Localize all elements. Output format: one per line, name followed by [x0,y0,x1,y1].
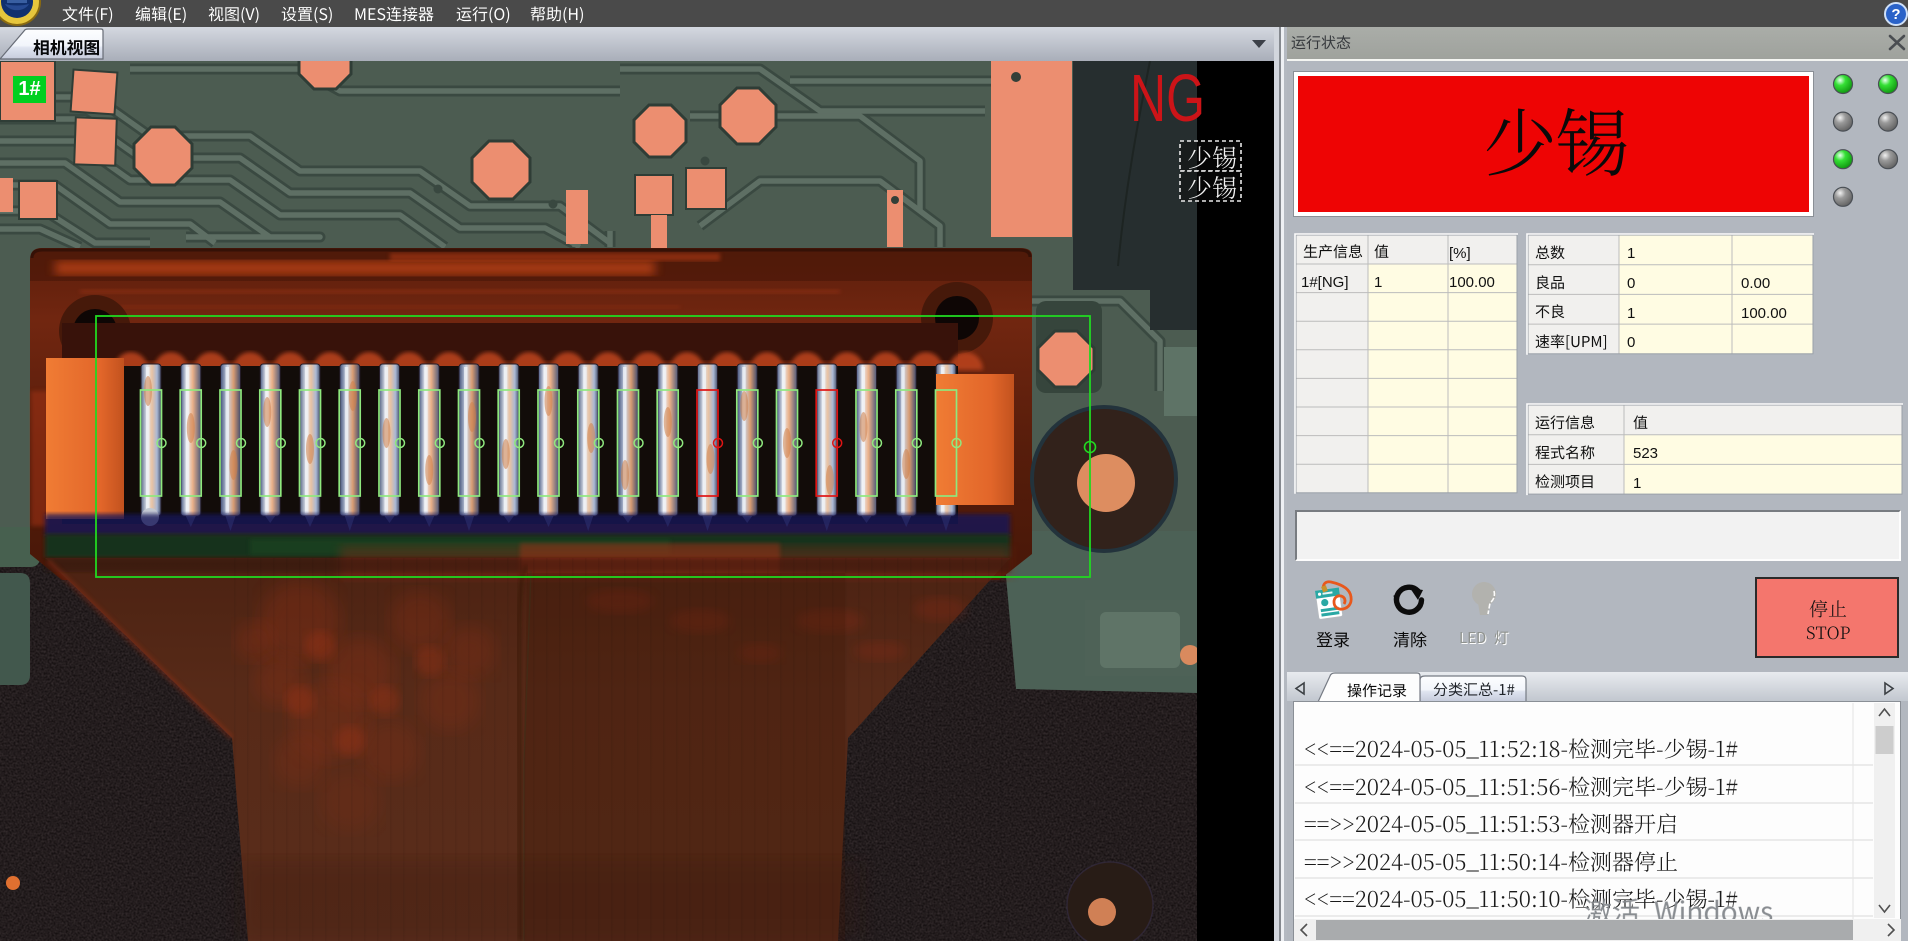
svg-text:?: ? [1891,6,1900,23]
svg-text:NG: NG [1130,61,1205,136]
